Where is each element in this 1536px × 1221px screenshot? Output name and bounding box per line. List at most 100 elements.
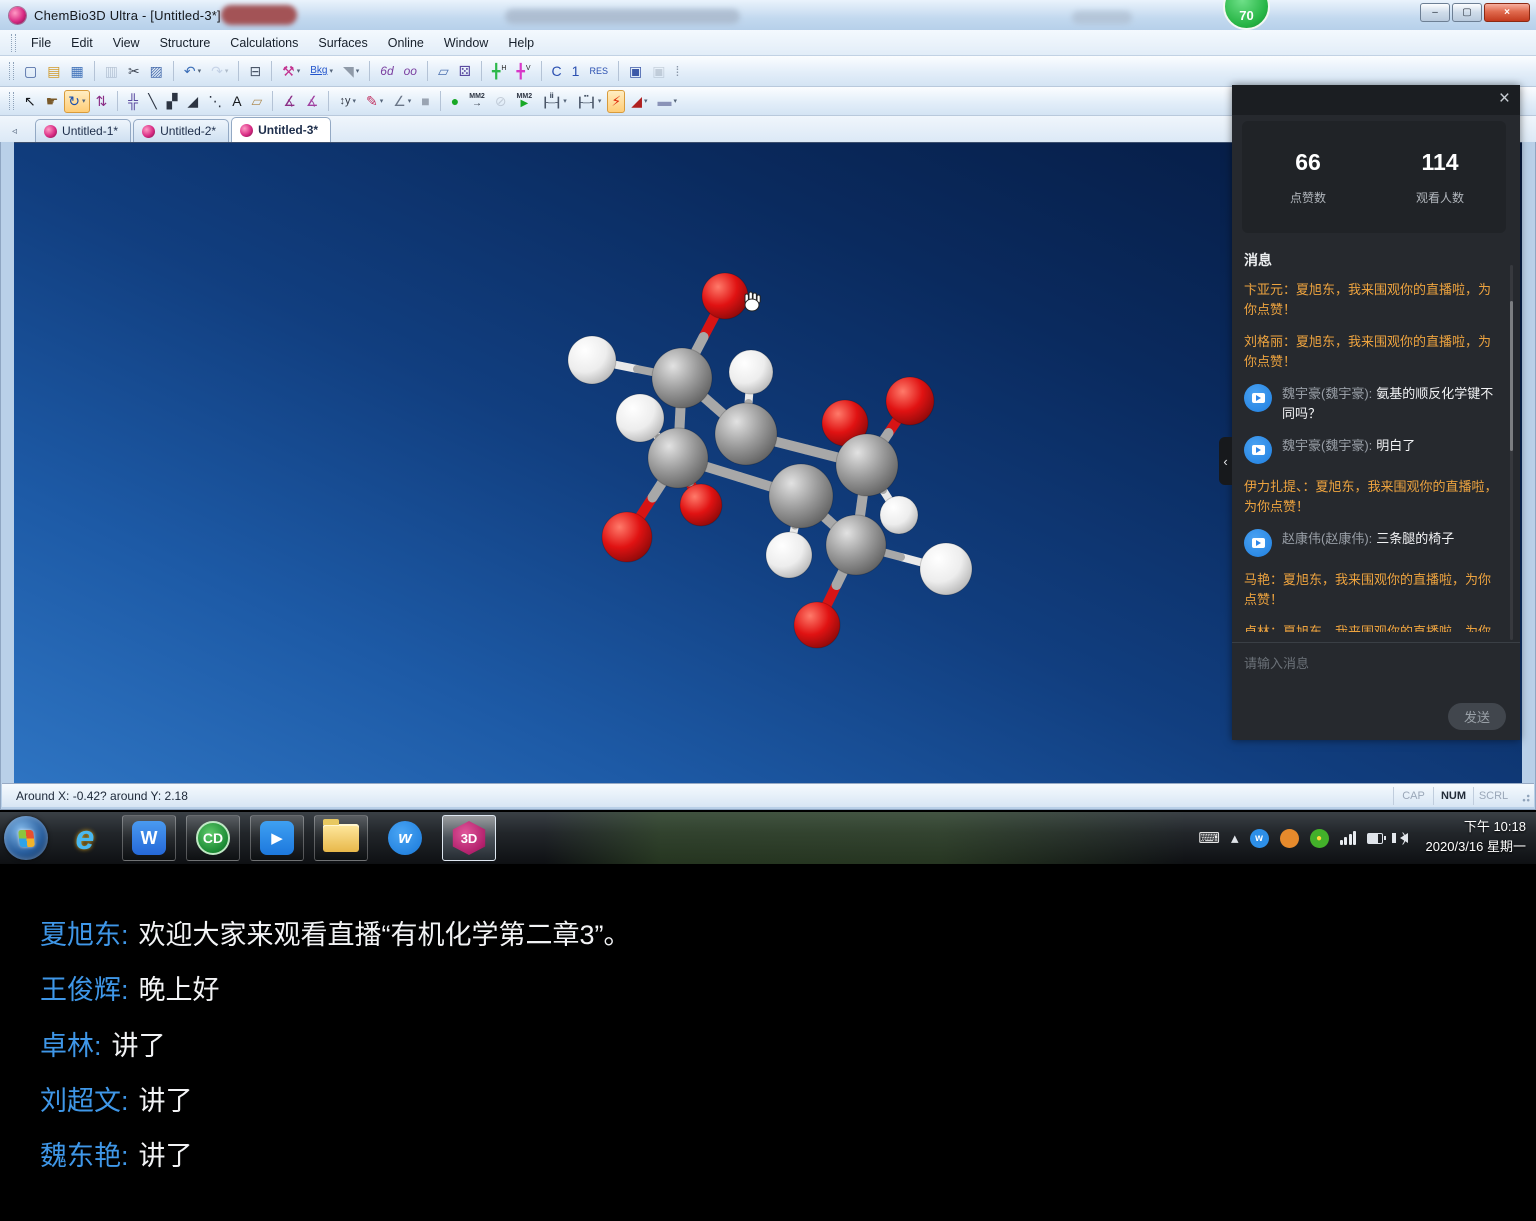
build-model-icon[interactable]: ⚄ — [455, 60, 475, 83]
wedge-bond-icon[interactable]: ◢ — [183, 90, 202, 113]
atom-O1[interactable] — [702, 273, 748, 319]
tray-keyboard-icon[interactable]: ⌨ — [1198, 829, 1220, 847]
menu-item-structure[interactable]: Structure — [150, 33, 221, 53]
monitor-alt-icon[interactable]: ▣ — [648, 60, 669, 83]
tray-dingtalk-icon[interactable]: w — [1250, 829, 1269, 848]
more-dots-icon[interactable]: ⁞ — [671, 60, 683, 83]
dashed-bond-icon[interactable]: ⋱ — [204, 90, 226, 113]
save-icon[interactable]: ▦ — [66, 60, 87, 83]
measure-pencil-icon[interactable]: ✎▾ — [362, 90, 387, 113]
number-label-icon[interactable]: 1 — [568, 60, 584, 83]
atom-C3[interactable] — [648, 428, 708, 488]
move-axis-dropdown-icon[interactable]: ▾ — [352, 97, 356, 105]
toolbar2-grip[interactable] — [9, 92, 14, 110]
pan-tool-icon[interactable]: ☛ — [42, 90, 63, 113]
panel-close-icon[interactable]: × — [1499, 89, 1510, 108]
message-list[interactable]: 卞亚元：夏旭东，我来围观你的直播啦，为你点赞！刘格丽：夏旭东，我来围观你的直播啦… — [1244, 280, 1498, 632]
stop-icon[interactable]: ■ — [417, 90, 433, 113]
rotate-bond-icon[interactable]: ⇅ — [92, 90, 112, 113]
move-tool-icon[interactable]: ╬ — [124, 90, 142, 113]
menu-item-help[interactable]: Help — [498, 33, 544, 53]
taskbar-chem3d-icon[interactable]: 3D — [442, 815, 496, 861]
stereo-view-icon[interactable]: 6d — [376, 60, 397, 83]
fill-style-icon[interactable]: ◥▾ — [339, 60, 363, 83]
center-h-icon[interactable]: ╋H — [488, 60, 511, 83]
single-bond-icon[interactable]: ╲ — [144, 90, 160, 113]
atom-C1[interactable] — [652, 348, 712, 408]
taskbar-wps-icon[interactable]: W — [122, 815, 176, 861]
residue-label-icon[interactable]: RES — [585, 60, 612, 83]
start-button[interactable] — [4, 816, 48, 860]
menu-item-view[interactable]: View — [103, 33, 150, 53]
atom-O5[interactable] — [680, 484, 722, 526]
send-button[interactable]: 发送 — [1448, 703, 1506, 730]
atom-C5[interactable] — [769, 464, 833, 528]
title-bar[interactable]: ChemBio3D Ultra - [Untitled-3*] – ▢ × — [0, 0, 1536, 30]
open-file-icon[interactable]: ▤ — [43, 60, 64, 83]
scrollbar-thumb[interactable] — [1510, 301, 1513, 451]
center-v-icon[interactable]: ╋V — [512, 60, 534, 83]
menubar-grip[interactable] — [11, 34, 16, 52]
background-icon[interactable]: Bkg▾ — [306, 60, 337, 83]
tab-scroll-left-icon[interactable]: ◃ — [12, 126, 17, 137]
bond-tool-dropdown-icon[interactable]: ▾ — [297, 67, 301, 75]
atom-H6[interactable] — [920, 543, 972, 595]
atom-H3[interactable] — [616, 394, 664, 442]
atom-C4[interactable] — [836, 434, 898, 496]
tray-show-hidden-icon[interactable]: ▴ — [1231, 829, 1239, 847]
taskbar-clock[interactable]: 下午 10:18 2020/3/16 星期一 — [1426, 817, 1526, 857]
dihedral-right-icon[interactable]: ∡ — [302, 90, 323, 113]
menu-item-edit[interactable]: Edit — [61, 33, 103, 53]
atom-O6[interactable] — [794, 602, 840, 648]
angle-tool-icon[interactable]: ∠▾ — [389, 90, 415, 113]
menu-item-window[interactable]: Window — [434, 33, 498, 53]
taskbar-ie-icon[interactable]: e — [58, 815, 112, 861]
tray-security-icon[interactable]: ● — [1310, 829, 1329, 848]
taskbar-video-icon[interactable]: ▶ — [250, 815, 304, 861]
angle-tool-dropdown-icon[interactable]: ▾ — [408, 97, 412, 105]
orbit-tool-dropdown-icon[interactable]: ▾ — [82, 97, 86, 105]
atom-H2[interactable] — [729, 350, 773, 394]
tab-untitled-1[interactable]: Untitled-1* — [35, 119, 131, 142]
dihedral-left-icon[interactable]: ∡ — [279, 90, 300, 113]
cut-icon[interactable]: ✂ — [124, 60, 144, 83]
atom-H4[interactable] — [880, 496, 918, 534]
restore-button[interactable]: ▢ — [1452, 3, 1482, 22]
orbit-tool-icon[interactable]: ↻▾ — [64, 90, 89, 113]
atom-O2[interactable] — [886, 377, 934, 425]
monitor-view-icon[interactable]: ▣ — [625, 60, 646, 83]
energy-bolt-icon[interactable]: ⚡ — [607, 90, 625, 113]
no-calc-icon[interactable]: ⊘ — [491, 90, 511, 113]
redo-dropdown-icon[interactable]: ▾ — [225, 67, 229, 75]
panel-collapse-handle[interactable]: ‹ — [1219, 437, 1232, 485]
stereo-pair-icon[interactable]: oo — [400, 60, 421, 83]
tab-untitled-3[interactable]: Untitled-3* — [231, 117, 331, 142]
menu-item-surfaces[interactable]: Surfaces — [308, 33, 377, 53]
move-axis-icon[interactable]: ↕y▾ — [335, 90, 360, 113]
print-icon[interactable]: ⊟ — [245, 60, 265, 83]
measure-length-icon[interactable]: ▪▪┠─┨▾ — [573, 90, 606, 113]
atom-H1[interactable] — [568, 336, 616, 384]
taskbar-dingtalk-icon[interactable]: w — [378, 815, 432, 861]
taskbar-explorer-icon[interactable] — [314, 815, 368, 861]
measure-distance-dropdown-icon[interactable]: ▾ — [563, 97, 567, 105]
text-tool-icon[interactable]: A — [228, 90, 245, 113]
double-bond-icon[interactable]: ▞ — [163, 90, 182, 113]
taskbar-chemdraw-icon[interactable]: CD — [186, 815, 240, 861]
atom-C2[interactable] — [715, 403, 777, 465]
measure-length-dropdown-icon[interactable]: ▾ — [598, 97, 602, 105]
menu-item-file[interactable]: File — [21, 33, 61, 53]
undo-dropdown-icon[interactable]: ▾ — [198, 67, 202, 75]
bar-style-dropdown-icon[interactable]: ▾ — [674, 97, 678, 105]
atom-O4[interactable] — [602, 512, 652, 562]
measure-distance-icon[interactable]: ⅱ┠─┨▾ — [538, 90, 571, 113]
carbon-label-icon[interactable]: C — [548, 60, 566, 83]
atom-C6[interactable] — [826, 515, 886, 575]
menu-item-online[interactable]: Online — [378, 33, 434, 53]
bar-style-icon[interactable]: ▬▾ — [654, 90, 682, 113]
tray-battery-icon[interactable] — [1367, 833, 1383, 844]
message-scrollbar[interactable] — [1510, 265, 1513, 640]
select-atom-icon[interactable]: ● — [447, 90, 463, 113]
ramp-icon[interactable]: ◢▾ — [627, 90, 651, 113]
clean-structure-icon[interactable]: ▱ — [434, 60, 453, 83]
